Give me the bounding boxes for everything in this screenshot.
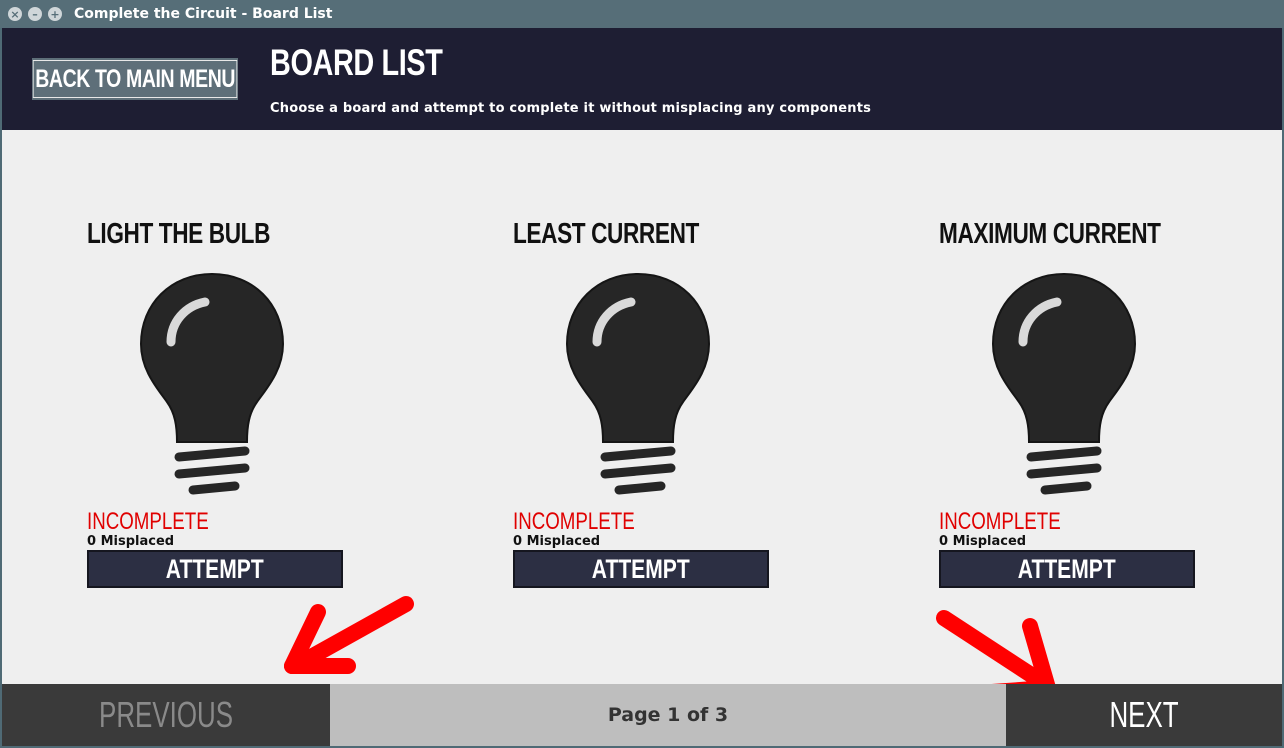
app-window: BACK TO MAIN MENU BOARD LIST Choose a bo… (2, 28, 1282, 746)
next-button-label: NEXT (1109, 694, 1179, 735)
minimize-icon[interactable]: – (28, 7, 42, 21)
next-button[interactable]: NEXT (1006, 684, 1282, 746)
header: BACK TO MAIN MENU BOARD LIST Choose a bo… (2, 28, 1282, 130)
board-title: MAXIMUM CURRENT (939, 218, 1161, 250)
page-title: BOARD LIST (270, 42, 443, 83)
attempt-button[interactable]: ATTEMPT (513, 550, 769, 588)
attempt-button[interactable]: ATTEMPT (87, 550, 343, 588)
attempt-button-label: ATTEMPT (1018, 553, 1116, 584)
previous-button-label: PREVIOUS (99, 694, 233, 735)
misplaced-count: 0 Misplaced (87, 534, 175, 549)
back-to-main-menu-button[interactable]: BACK TO MAIN MENU (32, 58, 238, 100)
window-titlebar: × – + Complete the Circuit - Board List (0, 0, 1284, 28)
attempt-button[interactable]: ATTEMPT (939, 550, 1195, 588)
status-label: INCOMPLETE (87, 508, 209, 535)
attempt-button-label: ATTEMPT (166, 553, 264, 584)
board-title: LIGHT THE BULB (87, 218, 271, 250)
page-indicator: Page 1 of 3 (330, 684, 1006, 746)
close-icon[interactable]: × (8, 7, 22, 21)
status-label: INCOMPLETE (939, 508, 1061, 535)
misplaced-count: 0 Misplaced (513, 534, 601, 549)
pagination-bar: PREVIOUS Page 1 of 3 NEXT (2, 684, 1282, 746)
previous-button[interactable]: PREVIOUS (2, 684, 330, 746)
page-subtitle: Choose a board and attempt to complete i… (270, 101, 872, 116)
board-card: LIGHT THE BULB INCOMPLETE 0 Misplaced AT… (87, 218, 347, 588)
lightbulb-icon (991, 272, 1137, 495)
status-label: INCOMPLETE (513, 508, 635, 535)
maximize-icon[interactable]: + (48, 7, 62, 21)
board-title: LEAST CURRENT (513, 218, 699, 250)
back-button-label: BACK TO MAIN MENU (32, 60, 238, 98)
left-arrow-annotation-icon (284, 596, 414, 674)
lightbulb-icon (565, 272, 711, 495)
board-card: LEAST CURRENT INCOMPLETE 0 Misplaced ATT… (513, 218, 773, 588)
misplaced-count: 0 Misplaced (939, 534, 1027, 549)
window-title: Complete the Circuit - Board List (74, 6, 333, 22)
window-controls: × – + (8, 7, 62, 21)
page-indicator-label: Page 1 of 3 (607, 704, 729, 726)
board-card: MAXIMUM CURRENT INCOMPLETE 0 Misplaced A… (939, 218, 1199, 588)
lightbulb-icon (139, 272, 285, 495)
attempt-button-label: ATTEMPT (592, 553, 690, 584)
